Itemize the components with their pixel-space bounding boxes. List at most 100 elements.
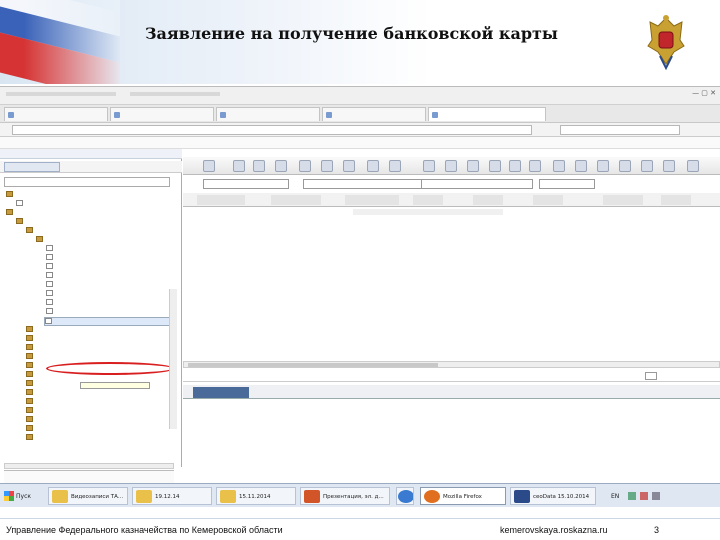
- browser-tab-active[interactable]: [428, 107, 546, 121]
- column-header[interactable]: [413, 195, 443, 205]
- toolbar-icon[interactable]: [509, 160, 521, 172]
- filter-select[interactable]: [539, 179, 595, 189]
- window-controls[interactable]: — ▢ ✕: [692, 89, 716, 97]
- taskbar-item-active[interactable]: Mozilla Firefox: [420, 487, 506, 505]
- tree-item[interactable]: [26, 344, 35, 353]
- toolbar-icon[interactable]: [203, 160, 215, 172]
- browser-tab[interactable]: [4, 107, 108, 121]
- toolbar-icon[interactable]: [321, 160, 333, 172]
- tab-detail-active[interactable]: [193, 387, 249, 398]
- tree-item[interactable]: [26, 326, 35, 335]
- filter-select[interactable]: [421, 179, 533, 189]
- column-header[interactable]: [271, 195, 321, 205]
- tree-item[interactable]: [36, 236, 45, 245]
- tab-detail[interactable]: [307, 387, 351, 398]
- tree-item[interactable]: [46, 245, 55, 254]
- start-button[interactable]: Пуск: [2, 487, 36, 505]
- toolbar-icon[interactable]: [467, 160, 479, 172]
- tray-icon[interactable]: [628, 492, 636, 500]
- tray-icon[interactable]: [640, 492, 648, 500]
- clock[interactable]: [678, 488, 708, 500]
- toolbar-icon[interactable]: [575, 160, 587, 172]
- tree-item[interactable]: [26, 416, 35, 425]
- taskbar-pinned[interactable]: [396, 487, 414, 505]
- browser-tab[interactable]: [322, 107, 426, 121]
- navigation-panel-header: [0, 149, 182, 159]
- toolbar-icon[interactable]: [233, 160, 245, 172]
- system-tray[interactable]: [624, 488, 674, 504]
- column-header[interactable]: [197, 195, 245, 205]
- toolbar-icon[interactable]: [275, 160, 287, 172]
- slide-title: Заявление на получение банковской карты: [145, 24, 558, 43]
- toolbar-icon[interactable]: [663, 160, 675, 172]
- column-header[interactable]: [603, 195, 643, 205]
- tree-item[interactable]: [46, 308, 55, 317]
- folder-icon: [52, 490, 68, 503]
- navigation-button[interactable]: [4, 162, 60, 172]
- toolbar-icon[interactable]: [597, 160, 609, 172]
- tree-search-input[interactable]: [4, 177, 170, 187]
- taskbar-item[interactable]: Видеозаписи ТА...: [48, 487, 128, 505]
- search-input[interactable]: [560, 125, 680, 135]
- toolbar-icon[interactable]: [553, 160, 565, 172]
- toolbar-icon[interactable]: [367, 160, 379, 172]
- tray-icon[interactable]: [652, 492, 660, 500]
- tree-item[interactable]: [26, 353, 35, 362]
- tree-item[interactable]: [46, 299, 55, 308]
- toolbar-icon[interactable]: [343, 160, 355, 172]
- tree-item-selected[interactable]: [44, 317, 172, 326]
- browser-tab[interactable]: [110, 107, 214, 121]
- tree-item[interactable]: [46, 272, 55, 281]
- tree-item[interactable]: [26, 380, 35, 389]
- language-indicator[interactable]: EN: [611, 493, 619, 500]
- tree-item[interactable]: [16, 200, 25, 209]
- windows-logo-icon: [4, 491, 14, 501]
- taskbar-item[interactable]: 19.12.14: [132, 487, 212, 505]
- tree-item[interactable]: [6, 191, 15, 200]
- taskbar-item[interactable]: 15.11.2014: [216, 487, 296, 505]
- toolbar-icon[interactable]: [253, 160, 265, 172]
- tree-item[interactable]: [46, 263, 55, 272]
- column-header[interactable]: [345, 195, 399, 205]
- tree-item[interactable]: [26, 425, 35, 434]
- tree-item[interactable]: [26, 335, 35, 344]
- filter-select[interactable]: [203, 179, 289, 189]
- tree-item[interactable]: [46, 281, 55, 290]
- column-header[interactable]: [473, 195, 503, 205]
- documents-toolbar: [183, 157, 720, 175]
- browser-menubar: — ▢ ✕: [0, 87, 720, 105]
- tree-item[interactable]: [26, 371, 35, 380]
- tree-horizontal-scrollbar[interactable]: [4, 463, 174, 469]
- toolbar-icon[interactable]: [389, 160, 401, 172]
- tree-item[interactable]: [46, 254, 55, 263]
- toolbar-icon[interactable]: [423, 160, 435, 172]
- tree-item[interactable]: [26, 362, 35, 371]
- tree-item[interactable]: [6, 209, 15, 218]
- grid-horizontal-scrollbar[interactable]: [183, 361, 720, 368]
- tree-item[interactable]: [26, 389, 35, 398]
- toolbar-icon[interactable]: [687, 160, 699, 172]
- tree-item[interactable]: [26, 434, 35, 443]
- browser-tab[interactable]: [216, 107, 320, 121]
- tree-item[interactable]: [26, 227, 35, 236]
- tab-detail[interactable]: [361, 387, 443, 398]
- taskbar-item[interactable]: Презентация, эл. д...: [300, 487, 390, 505]
- tree-item[interactable]: [26, 398, 35, 407]
- tree-vertical-scrollbar[interactable]: [169, 289, 177, 429]
- page-number-input[interactable]: [645, 372, 657, 380]
- address-input[interactable]: [12, 125, 532, 135]
- taskbar-item[interactable]: ceoData 15.10.2014: [510, 487, 596, 505]
- column-header[interactable]: [533, 195, 563, 205]
- tree-item[interactable]: [46, 290, 55, 299]
- tree-item[interactable]: [16, 218, 25, 227]
- toolbar-icon[interactable]: [641, 160, 653, 172]
- toolbar-icon[interactable]: [529, 160, 541, 172]
- column-header[interactable]: [661, 195, 691, 205]
- toolbar-icon[interactable]: [619, 160, 631, 172]
- tree-item[interactable]: [26, 407, 35, 416]
- slide-footer: Управление Федерального казначейства по …: [0, 518, 720, 540]
- tab-detail[interactable]: [255, 387, 295, 398]
- toolbar-icon[interactable]: [489, 160, 501, 172]
- toolbar-icon[interactable]: [299, 160, 311, 172]
- toolbar-icon[interactable]: [445, 160, 457, 172]
